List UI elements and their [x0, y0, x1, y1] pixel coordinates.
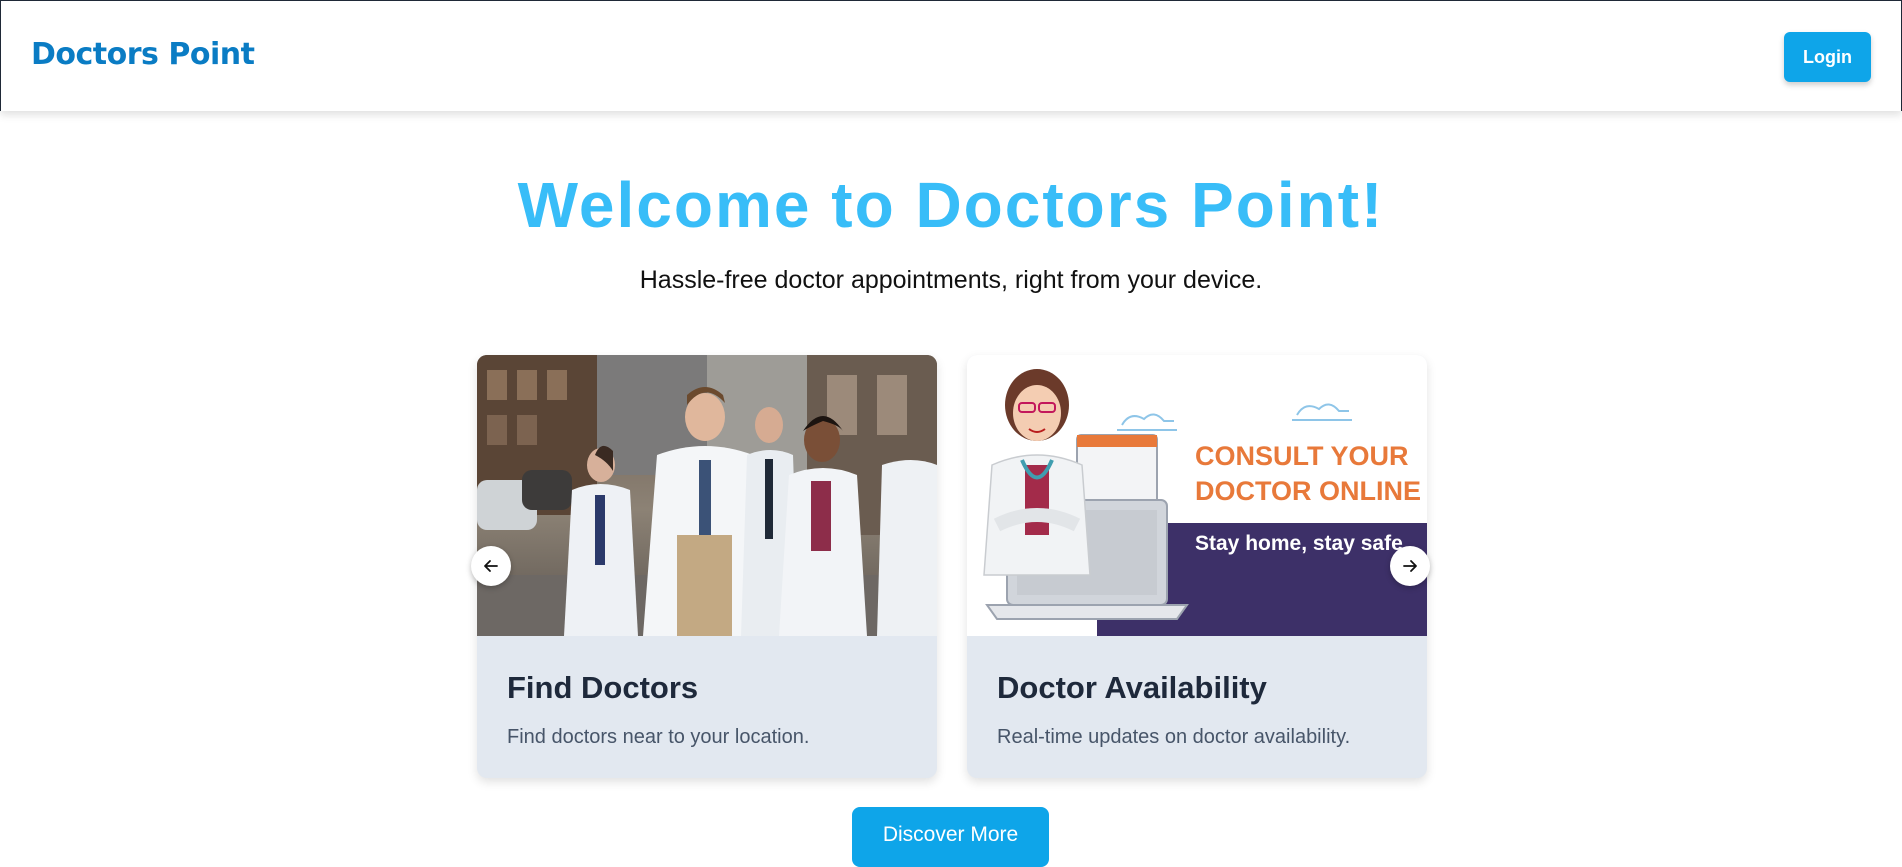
- feature-card-find-doctors[interactable]: Find Doctors Find doctors near to your l…: [477, 355, 937, 778]
- card-title: Find Doctors: [507, 670, 699, 705]
- consult-text-line1: CONSULT YOUR: [1195, 441, 1409, 471]
- features-carousel: Find Doctors Find doctors near to your l…: [471, 355, 1431, 785]
- card-description: Real-time updates on doctor availability…: [997, 726, 1351, 748]
- consult-online-graphic: CONSULT YOUR DOCTOR ONLINE Stay home, st…: [967, 355, 1427, 636]
- login-button[interactable]: Login: [1784, 32, 1871, 82]
- consult-online-image: CONSULT YOUR DOCTOR ONLINE Stay home, st…: [967, 355, 1427, 636]
- consult-text-line2: DOCTOR ONLINE: [1195, 476, 1421, 506]
- doctors-walking-image: [477, 355, 937, 636]
- discover-more-button[interactable]: Discover More: [852, 807, 1049, 867]
- arrow-left-icon: [484, 560, 498, 572]
- hero-title: Welcome to Doctors Point!: [517, 169, 1385, 241]
- navbar: Doctors Point Login: [0, 0, 1902, 111]
- brand-logo[interactable]: Doctors Point: [31, 37, 255, 72]
- carousel-prev-button[interactable]: [471, 546, 511, 586]
- hero-subtitle: Hassle-free doctor appointments, right f…: [639, 266, 1263, 294]
- card-title: Doctor Availability: [997, 670, 1267, 705]
- feature-card-doctor-availability[interactable]: CONSULT YOUR DOCTOR ONLINE Stay home, st…: [967, 355, 1427, 778]
- doctors-photo: [477, 355, 937, 636]
- stay-home-text: Stay home, stay safe: [1195, 532, 1403, 555]
- arrow-right-icon: [1403, 560, 1417, 572]
- carousel-next-button[interactable]: [1390, 546, 1430, 586]
- card-description: Find doctors near to your location.: [507, 726, 810, 748]
